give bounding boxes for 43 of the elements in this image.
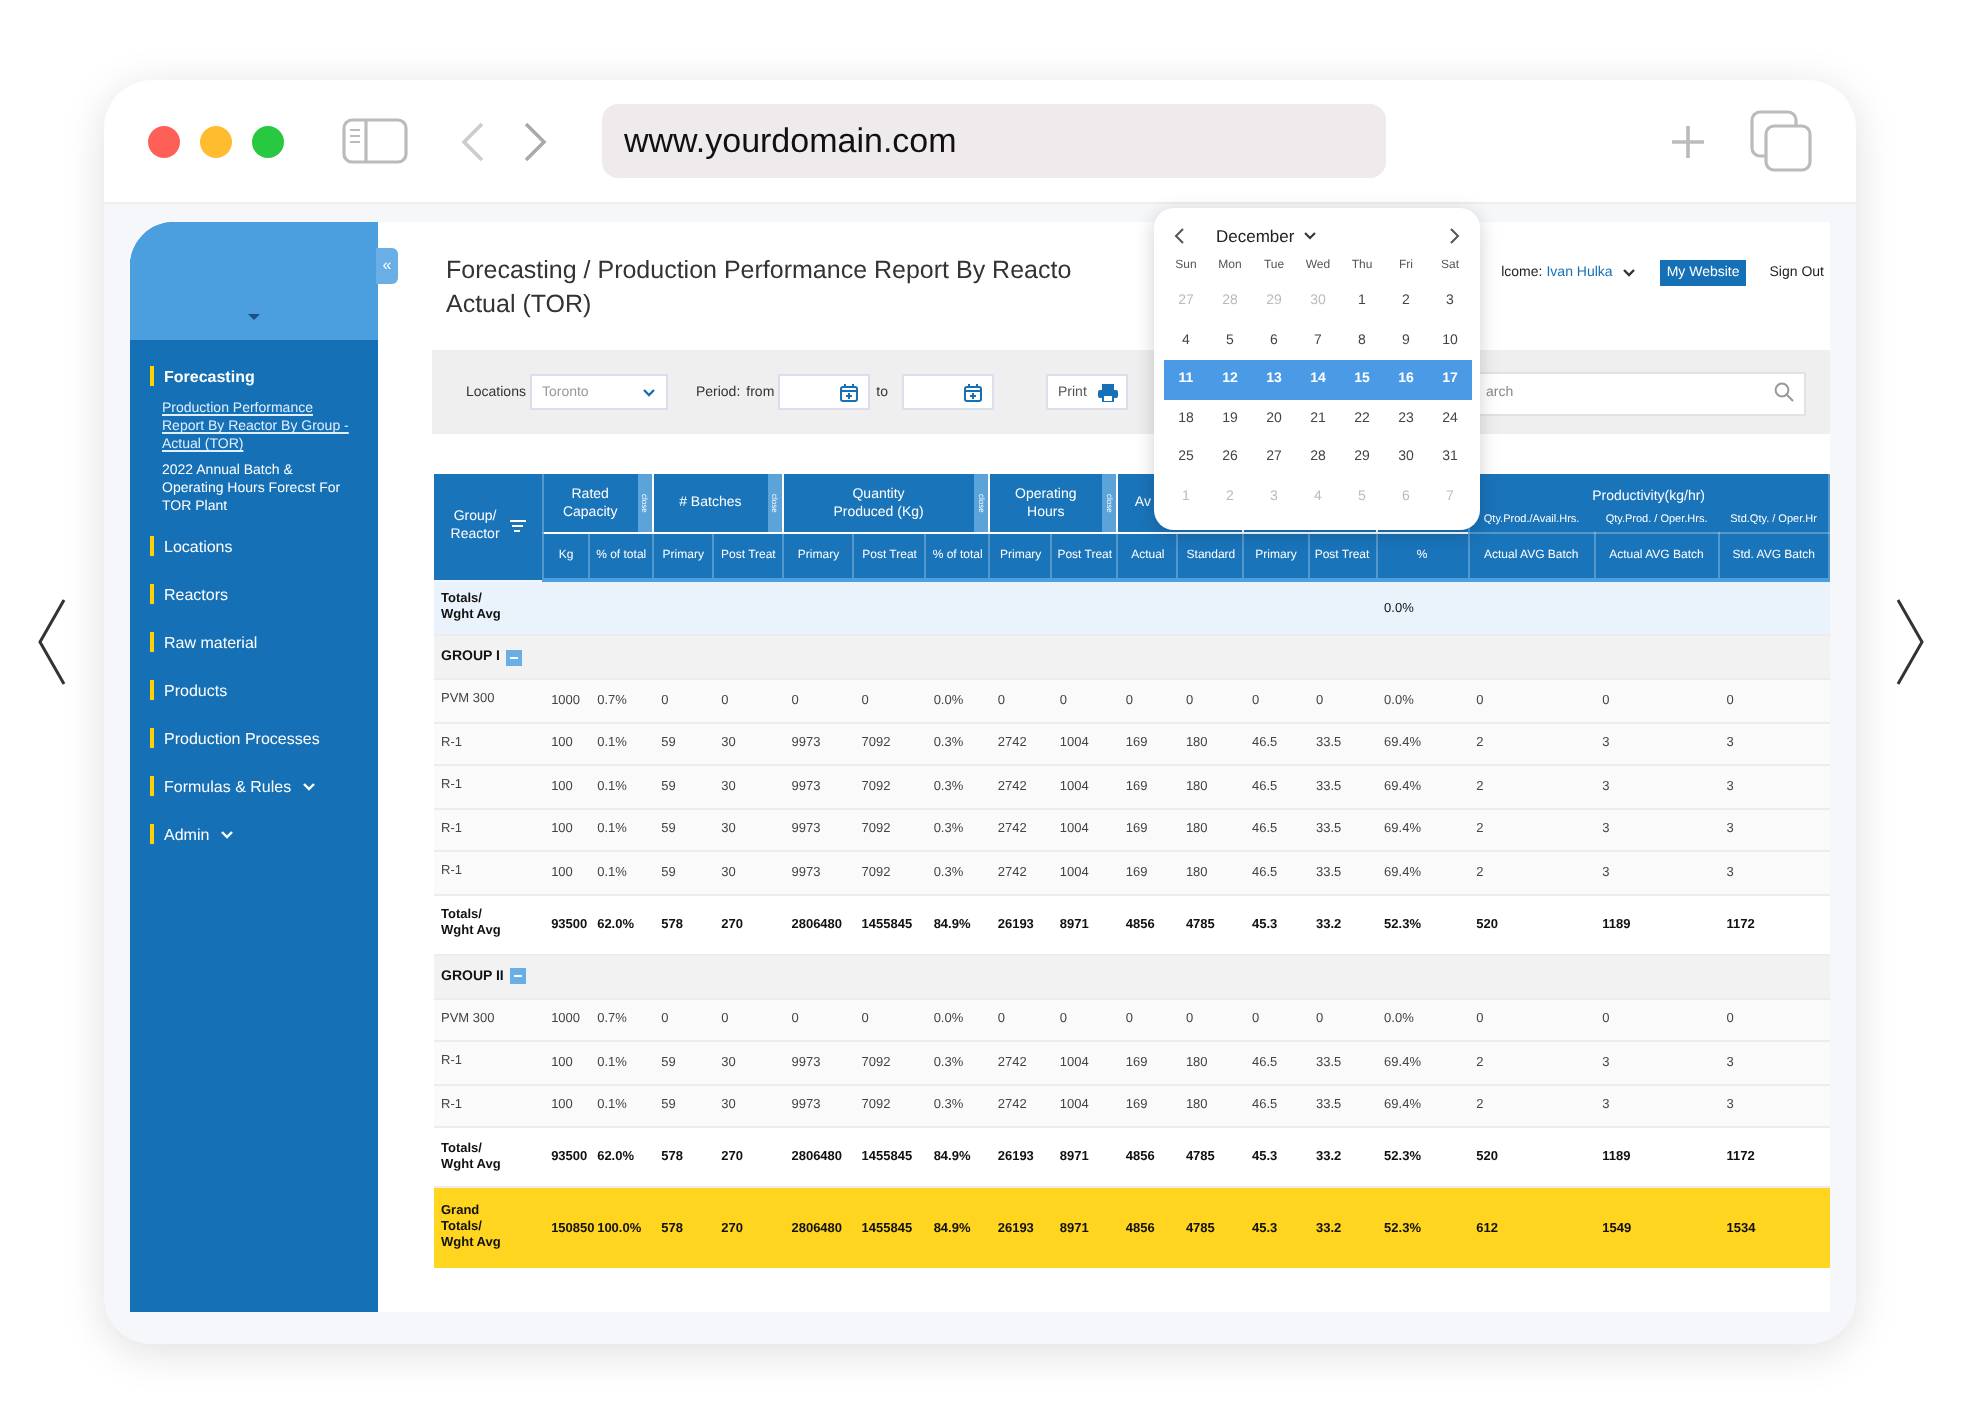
back-icon[interactable] bbox=[460, 121, 484, 161]
calendar-icon bbox=[964, 383, 982, 401]
sidebar-item[interactable]: Production Processes bbox=[164, 729, 320, 747]
sort-icon[interactable] bbox=[509, 520, 526, 533]
next-month-icon[interactable] bbox=[1450, 228, 1460, 244]
close-button[interactable] bbox=[148, 125, 180, 157]
tabs-icon[interactable] bbox=[1750, 110, 1812, 172]
sidebar-item[interactable]: Reactors bbox=[164, 585, 229, 603]
collapse-toggle-icon[interactable] bbox=[509, 968, 526, 984]
sidebar-item[interactable]: Locations bbox=[164, 537, 233, 555]
new-tab-icon[interactable] bbox=[1670, 123, 1706, 159]
address-bar[interactable]: www.yourdomain.com bbox=[602, 104, 1386, 178]
item-marker bbox=[150, 366, 154, 386]
chevron-down-icon bbox=[1304, 232, 1317, 240]
item-marker bbox=[150, 536, 154, 556]
previous-month-icon[interactable] bbox=[1174, 228, 1184, 244]
date-field[interactable] bbox=[902, 374, 994, 410]
item-marker bbox=[150, 584, 154, 604]
item-marker bbox=[150, 824, 154, 844]
sidebar-item[interactable]: Products bbox=[164, 681, 228, 699]
sidebar-item[interactable]: Admin bbox=[164, 825, 210, 843]
chevron-down-icon[interactable] bbox=[1622, 268, 1637, 278]
sidebar-item[interactable]: Forecasting bbox=[164, 367, 255, 385]
page-title: Actual (TOR) bbox=[446, 288, 594, 322]
maximize-button[interactable] bbox=[252, 125, 284, 157]
page-title: Forecasting / Production Performance Report By Reacto bbox=[446, 254, 1072, 288]
search-icon[interactable] bbox=[1774, 382, 1794, 402]
date-field[interactable] bbox=[778, 374, 871, 410]
collapse-toggle-icon[interactable] bbox=[505, 649, 522, 665]
item-marker bbox=[150, 728, 154, 748]
minimize-button[interactable] bbox=[200, 125, 232, 157]
month-select[interactable]: December bbox=[1216, 226, 1317, 246]
forward-icon[interactable] bbox=[524, 121, 548, 161]
item-marker bbox=[150, 680, 154, 700]
calendar-icon bbox=[840, 383, 859, 401]
item-marker bbox=[150, 776, 154, 796]
caret-icon[interactable] bbox=[248, 314, 260, 322]
sidebar-item[interactable]: Formulas & Rules bbox=[164, 777, 292, 795]
sidebar-icon[interactable] bbox=[342, 118, 408, 164]
sidebar-item[interactable]: Raw material bbox=[164, 633, 258, 651]
chevron-down-icon bbox=[641, 387, 656, 397]
item-marker bbox=[150, 632, 154, 652]
printer-icon bbox=[1098, 383, 1118, 401]
